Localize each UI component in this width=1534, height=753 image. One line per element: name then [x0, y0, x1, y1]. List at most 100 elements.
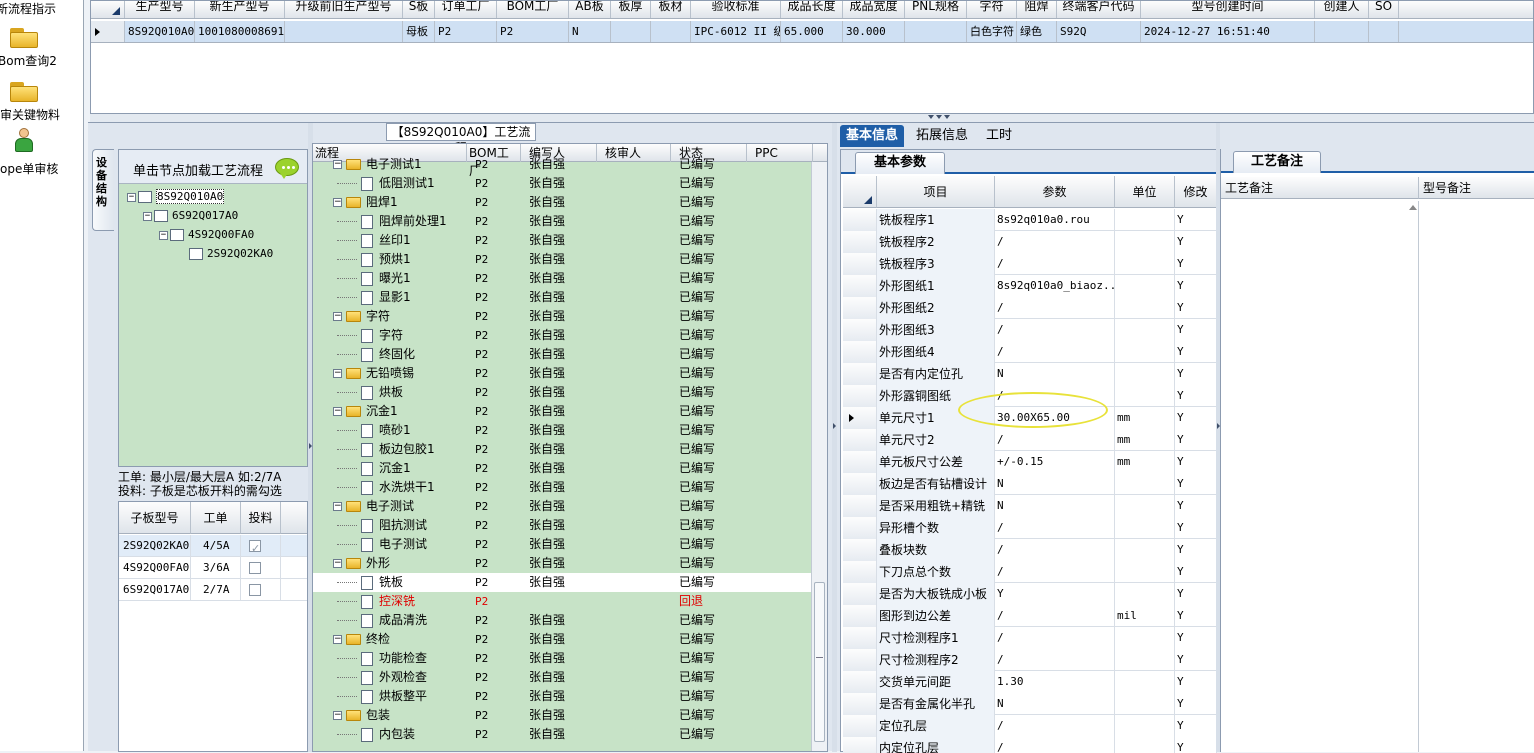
grid-cell[interactable]	[1315, 21, 1369, 42]
param-row[interactable]: 图形到边公差 / mil Y	[843, 605, 1217, 627]
column-header[interactable]: 参数	[995, 176, 1115, 208]
flow-step-row[interactable]: 预烘1 P2 张自强 已编写	[313, 250, 813, 269]
flow-step-row[interactable]: 板边包胶1 P2 张自强 已编写	[313, 440, 813, 459]
param-value[interactable]: /	[995, 253, 1115, 275]
flow-step-row[interactable]: 烘板 P2 张自强 已编写	[313, 383, 813, 402]
flow-step-row[interactable]: − 外形 P2 张自强 已编写	[313, 554, 813, 573]
process-notes-area[interactable]	[1221, 201, 1419, 752]
grid-cell[interactable]: 绿色	[1017, 21, 1057, 42]
flow-step-row[interactable]: 字符 P2 张自强 已编写	[313, 326, 813, 345]
flow-step-row[interactable]: 阻焊前处理1 P2 张自强 已编写	[313, 212, 813, 231]
flow-step-row[interactable]: 功能检查 P2 张自强 已编写	[313, 649, 813, 668]
grid-corner[interactable]	[843, 176, 877, 208]
collapse-toggle[interactable]: −	[333, 407, 342, 416]
param-value[interactable]: 8s92q010a0_biaoz...	[995, 275, 1115, 297]
grid-cell[interactable]	[651, 21, 691, 42]
table-row[interactable]: 6S92Q017A0 2/7A	[119, 579, 307, 601]
grid-cell[interactable]: 母板	[403, 21, 435, 42]
column-header[interactable]: 订单工厂	[435, 1, 497, 18]
person-icon[interactable]	[14, 128, 34, 154]
flow-step-row[interactable]: − 包装 P2 张自强 已编写	[313, 706, 813, 725]
folder-icon[interactable]	[10, 80, 38, 102]
tab-basic-params[interactable]: 基本参数	[855, 152, 945, 174]
param-value[interactable]: N	[995, 495, 1115, 517]
flow-step-row[interactable]: 终固化 P2 张自强 已编写	[313, 345, 813, 364]
param-row[interactable]: 异形槽个数 / Y	[843, 517, 1217, 539]
column-header[interactable]: 创建人	[1315, 1, 1369, 18]
grid-cell[interactable]: P2	[497, 21, 569, 42]
param-value[interactable]: +/-0.15	[995, 451, 1115, 473]
param-row[interactable]: 单元尺寸2/mm Y	[843, 429, 1217, 451]
column-header[interactable]: 型号创建时间	[1141, 1, 1315, 18]
table-row[interactable]: 2S92Q02KA0 4/5A	[119, 535, 307, 560]
flow-step-row[interactable]: 喷砂1 P2 张自强 已编写	[313, 421, 813, 440]
table-row[interactable]: 4S92Q00FA0 3/6A	[119, 557, 307, 579]
grid-cell[interactable]: 白色字符	[967, 21, 1017, 42]
column-header[interactable]: 新生产型号	[195, 1, 285, 18]
feed-checkbox[interactable]	[249, 538, 261, 560]
param-value[interactable]: /	[995, 561, 1115, 583]
tree-node[interactable]: −4S92Q00FA0	[159, 226, 254, 244]
grid-cell[interactable]: N	[569, 21, 611, 42]
flow-step-row[interactable]: − 电子测试1 P2 张自强 已编写	[313, 155, 813, 174]
tab-extended-info[interactable]: 拓展信息	[910, 125, 974, 147]
collapse-toggle[interactable]: −	[333, 502, 342, 511]
grid-cell[interactable]: 2024-12-27 16:51:40	[1141, 21, 1315, 42]
launcher-item-review[interactable]: ope单审核	[0, 160, 84, 177]
tree-node[interactable]: −6S92Q017A0	[143, 207, 238, 225]
tree-node[interactable]: 2S92Q02KA0	[189, 245, 273, 263]
param-row[interactable]: 外形图纸3/ Y	[843, 319, 1217, 341]
param-row[interactable]: 是否采用粗铣+精铣 N Y	[843, 495, 1217, 517]
column-header[interactable]: BOM工厂	[497, 1, 569, 18]
column-header[interactable]: S板	[403, 1, 435, 18]
column-header[interactable]: 阻焊	[1017, 1, 1057, 18]
scroll-up-icon[interactable]	[1409, 205, 1417, 210]
flow-step-row[interactable]: 内包装 P2 张自强 已编写	[313, 725, 813, 744]
flow-step-row[interactable]: − 字符 P2 张自强 已编写	[313, 307, 813, 326]
grid-cell[interactable]: 30.000	[843, 21, 905, 42]
param-row[interactable]: 单元板尺寸公差 +/-0.15 mm Y	[843, 451, 1217, 473]
grid-cell[interactable]: S92Q	[1057, 21, 1141, 42]
collapse-toggle[interactable]: −	[333, 559, 342, 568]
tab-work-hours[interactable]: 工时	[980, 125, 1018, 147]
collapse-toggle[interactable]: −	[333, 312, 342, 321]
param-row[interactable]: 叠板块数 / Y	[843, 539, 1217, 561]
column-header[interactable]: 单位	[1115, 176, 1175, 208]
flow-step-row[interactable]: 低阻测试1 P2 张自强 已编写	[313, 174, 813, 193]
column-header[interactable]: 工单	[191, 502, 241, 534]
param-row[interactable]: 铣板程序1 8s92q010a0.rou Y	[843, 209, 1217, 231]
column-header[interactable]: PNL规格	[905, 1, 967, 18]
param-row[interactable]: 铣板程序2/ Y	[843, 231, 1217, 253]
flow-step-row[interactable]: 控深铣 P2 回退	[313, 592, 813, 611]
grid-corner[interactable]	[91, 1, 125, 18]
param-value[interactable]: /	[995, 627, 1115, 649]
horizontal-splitter[interactable]	[90, 114, 1534, 122]
param-value[interactable]: /	[995, 517, 1115, 539]
column-header[interactable]: 成品宽度	[843, 1, 905, 18]
flow-step-row[interactable]: 曝光1 P2 张自强 已编写	[313, 269, 813, 288]
launcher-item-flow[interactable]: 新流程指示	[0, 0, 84, 17]
collapse-toggle[interactable]: −	[333, 369, 342, 378]
column-header[interactable]: AB板	[569, 1, 611, 18]
collapse-toggle[interactable]: −	[333, 160, 342, 169]
flow-step-row[interactable]: 成品清洗 P2 张自强 已编写	[313, 611, 813, 630]
param-row[interactable]: 是否有内定位孔 N Y	[843, 363, 1217, 385]
flow-scrollbar[interactable]	[811, 162, 827, 751]
param-value[interactable]: 8s92q010a0.rou	[995, 209, 1115, 231]
param-value[interactable]: /	[995, 429, 1115, 451]
column-header[interactable]: 终端客户代码	[1057, 1, 1141, 18]
flow-step-row[interactable]: 电子测试 P2 张自强 已编写	[313, 535, 813, 554]
param-value[interactable]: N	[995, 473, 1115, 495]
column-header[interactable]: 子板型号	[119, 502, 191, 534]
param-row[interactable]: 板边是否有钻槽设计 N Y	[843, 473, 1217, 495]
param-value[interactable]: /	[995, 341, 1115, 363]
collapse-toggle[interactable]: −	[333, 198, 342, 207]
param-row[interactable]: 定位孔层 / Y	[843, 715, 1217, 737]
collapse-toggle[interactable]: −	[333, 711, 342, 720]
tab-basic-info[interactable]: 基本信息	[840, 125, 905, 147]
param-row[interactable]: 外形图纸4/ Y	[843, 341, 1217, 363]
flow-step-row[interactable]: − 终检 P2 张自强 已编写	[313, 630, 813, 649]
flow-step-row[interactable]: 铣板 P2 张自强 已编写	[313, 573, 813, 592]
scroll-thumb[interactable]	[814, 582, 825, 742]
param-value[interactable]: /	[995, 715, 1115, 737]
